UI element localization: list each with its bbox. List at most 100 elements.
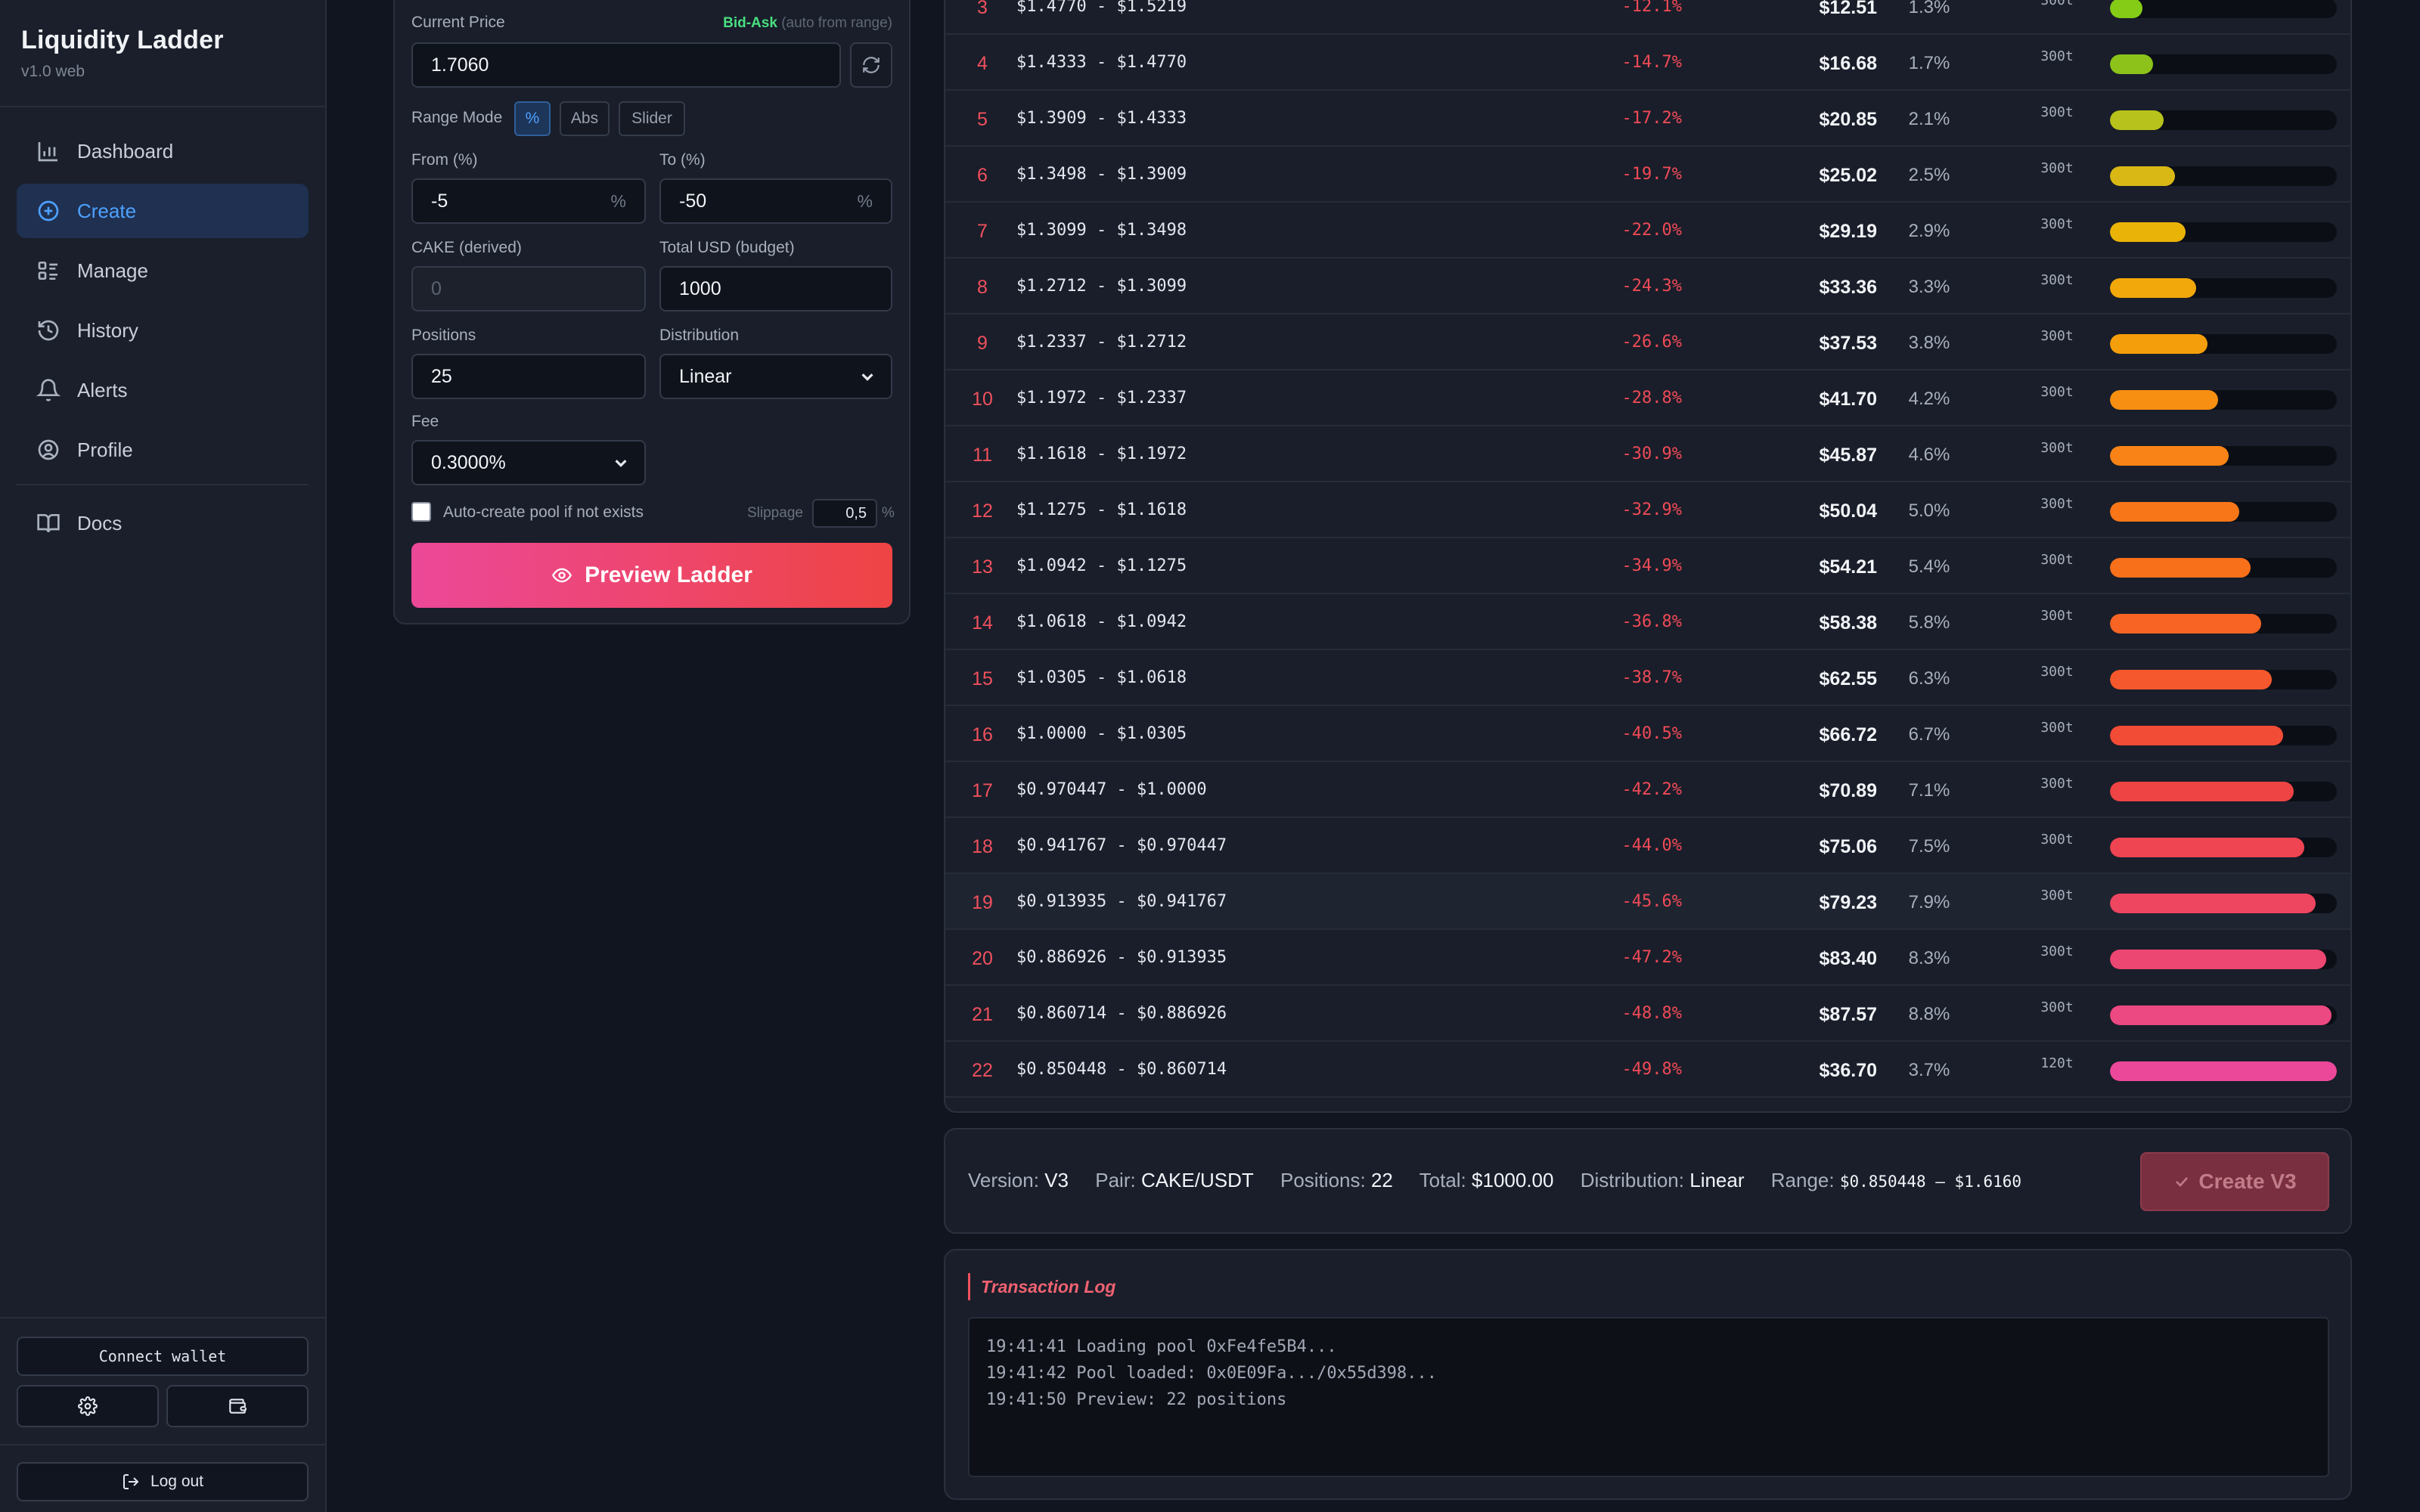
sidebar-item-docs[interactable]: Docs — [17, 496, 309, 550]
range-mode-percent[interactable]: % — [514, 101, 551, 136]
table-row[interactable]: 21 $0.860714 - $0.886926 -48.8% $87.57 8.8% 3… — [945, 986, 2350, 1042]
table-row[interactable]: 7 $1.3099 - $1.3498 -22.0% $29.19 2.9% 300t — [945, 203, 2350, 259]
sidebar-item-alerts[interactable]: Alerts — [17, 363, 309, 417]
create-v3-button[interactable]: Create V3 — [2140, 1152, 2329, 1211]
summary-pair: CAKE/USDT — [1140, 1169, 1254, 1191]
slippage-input[interactable]: 0,5 — [812, 499, 877, 528]
logout-button[interactable]: Log out — [17, 1462, 309, 1501]
sidebar-nav: Dashboard Create Manage History Alerts P… — [17, 124, 309, 482]
range-mode-abs[interactable]: Abs — [560, 101, 610, 136]
position-index: 14 — [972, 612, 993, 634]
table-row[interactable]: 12 $1.1275 - $1.1618 -32.9% $50.04 5.0% 300t — [945, 482, 2350, 538]
price-range: $1.2712 - $1.3099 — [1016, 277, 1187, 296]
table-row[interactable]: 17 $0.970447 - $1.0000 -42.2% $70.89 7.1% 300… — [945, 762, 2350, 818]
log-line: 19:41:41 Loading pool 0xFe4fe5B4... — [986, 1337, 1337, 1356]
current-price-input[interactable]: 1.7060 — [411, 42, 841, 88]
table-row[interactable]: 4 $1.4333 - $1.4770 -14.7% $16.68 1.7% 300t — [945, 35, 2350, 91]
allocation-share: 1.7% — [1908, 53, 1950, 73]
percent-change: -45.6% — [1621, 892, 1682, 911]
sidebar-item-manage[interactable]: Manage — [17, 243, 309, 298]
price-range: $1.0942 - $1.1275 — [1016, 556, 1187, 575]
percent-change: -36.8% — [1621, 612, 1682, 631]
tick-span: 300t — [2040, 48, 2074, 64]
preview-ladder-button[interactable]: Preview Ladder — [411, 543, 892, 608]
usd-budget-input[interactable]: 1000 — [659, 266, 892, 311]
fee-select[interactable]: 0.3000% — [411, 440, 646, 485]
auto-create-checkbox[interactable] — [411, 502, 431, 522]
price-range: $1.1618 - $1.1972 — [1016, 445, 1187, 463]
percent-change: -44.0% — [1621, 836, 1682, 855]
preview-ladder-label: Preview Ladder — [585, 562, 752, 587]
table-row[interactable]: 19 $0.913935 - $0.941767 -45.6% $79.23 7.9% 3… — [945, 874, 2350, 930]
summary-range: $0.850448 – $1.6160 — [1839, 1173, 2022, 1191]
chevron-down-icon — [861, 373, 873, 381]
price-range: $1.0618 - $1.0942 — [1016, 612, 1187, 631]
usd-label: Total USD (budget) — [659, 239, 795, 256]
table-row[interactable]: 14 $1.0618 - $1.0942 -36.8% $58.38 5.8% 300t — [945, 594, 2350, 650]
percent-change: -12.1% — [1621, 0, 1682, 16]
from-input[interactable]: -5 % — [411, 178, 646, 224]
table-row[interactable]: 20 $0.886926 - $0.913935 -47.2% $83.40 8.3% 3… — [945, 930, 2350, 986]
usd-amount: $58.38 — [1819, 612, 1877, 634]
usd-amount: $33.36 — [1819, 277, 1877, 298]
allocation-bar — [2110, 950, 2337, 969]
allocation-bar-fill — [2110, 894, 2316, 913]
position-index: 17 — [972, 780, 993, 801]
allocation-bar — [2110, 54, 2337, 74]
table-row[interactable]: 9 $1.2337 - $1.2712 -26.6% $37.53 3.8% 300t — [945, 314, 2350, 370]
allocation-bar-fill — [2110, 726, 2283, 745]
allocation-bar-fill — [2110, 502, 2240, 522]
allocation-bar-fill — [2110, 334, 2207, 354]
table-row[interactable]: 8 $1.2712 - $1.3099 -24.3% $33.36 3.3% 300t — [945, 259, 2350, 314]
table-row[interactable]: 11 $1.1618 - $1.1972 -30.9% $45.87 4.6% 300t — [945, 426, 2350, 482]
percent-change: -22.0% — [1621, 221, 1682, 240]
app-title: Liquidity Ladder — [21, 26, 224, 54]
settings-button[interactable] — [17, 1385, 159, 1427]
usd-amount: $37.53 — [1819, 333, 1877, 354]
positions-input[interactable]: 25 — [411, 354, 646, 399]
table-row[interactable]: 5 $1.3909 - $1.4333 -17.2% $20.85 2.1% 300t — [945, 91, 2350, 147]
table-row[interactable]: 16 $1.0000 - $1.0305 -40.5% $66.72 6.7% 300t — [945, 706, 2350, 762]
table-row[interactable]: 22 $0.850448 - $0.860714 -49.8% $36.70 3.7% 1… — [945, 1042, 2350, 1098]
allocation-bar — [2110, 0, 2337, 18]
position-index: 22 — [972, 1060, 993, 1081]
percent-change: -14.7% — [1621, 53, 1682, 72]
position-index: 16 — [972, 724, 993, 745]
refresh-price-button[interactable] — [850, 42, 892, 88]
price-range: $0.970447 - $1.0000 — [1016, 780, 1207, 799]
range-mode-slider[interactable]: Slider — [619, 101, 685, 136]
percent-change: -48.8% — [1621, 1004, 1682, 1023]
percent-change: -34.9% — [1621, 556, 1682, 575]
transaction-log-title: Transaction Log — [968, 1273, 1116, 1300]
ladder-table: 3 $1.4770 - $1.5219 -12.1% $12.51 1.3% 300t 4 $… — [944, 0, 2352, 1113]
table-row[interactable]: 6 $1.3498 - $1.3909 -19.7% $25.02 2.5% 300t — [945, 147, 2350, 203]
to-input[interactable]: -50 % — [659, 178, 892, 224]
allocation-bar-fill — [2110, 670, 2273, 689]
connect-wallet-button[interactable]: Connect wallet — [17, 1337, 309, 1376]
transaction-log-body[interactable]: 19:41:41 Loading pool 0xFe4fe5B4... 19:4… — [968, 1317, 2329, 1477]
distribution-select[interactable]: Linear — [659, 354, 892, 399]
sidebar-item-dashboard[interactable]: Dashboard — [17, 124, 309, 178]
table-row[interactable]: 18 $0.941767 - $0.970447 -44.0% $75.06 7.5% 3… — [945, 818, 2350, 874]
sidebar-item-history[interactable]: History — [17, 303, 309, 358]
table-row[interactable]: 3 $1.4770 - $1.5219 -12.1% $12.51 1.3% 300t — [945, 0, 2350, 35]
percent-change: -47.2% — [1621, 948, 1682, 967]
wallet-button[interactable] — [166, 1385, 309, 1427]
usd-amount: $16.68 — [1819, 53, 1877, 74]
sidebar-item-create[interactable]: Create — [17, 184, 309, 238]
allocation-bar-fill — [2110, 222, 2186, 242]
allocation-share: 2.9% — [1908, 221, 1950, 241]
table-row[interactable]: 15 $1.0305 - $1.0618 -38.7% $62.55 6.3% 300t — [945, 650, 2350, 706]
usd-amount: $41.70 — [1819, 389, 1877, 410]
transaction-log: Transaction Log 19:41:41 Loading pool 0x… — [944, 1249, 2352, 1500]
divider — [0, 1444, 325, 1445]
sidebar-item-profile[interactable]: Profile — [17, 423, 309, 477]
table-row[interactable]: 13 $1.0942 - $1.1275 -34.9% $54.21 5.4% 300t — [945, 538, 2350, 594]
allocation-bar — [2110, 166, 2337, 186]
allocation-bar — [2110, 782, 2337, 801]
sidebar-item-label: Create — [77, 199, 137, 222]
allocation-bar-fill — [2110, 446, 2229, 466]
check-icon — [2176, 1177, 2189, 1187]
tick-span: 300t — [2040, 943, 2074, 959]
table-row[interactable]: 10 $1.1972 - $1.2337 -28.8% $41.70 4.2% 300t — [945, 370, 2350, 426]
